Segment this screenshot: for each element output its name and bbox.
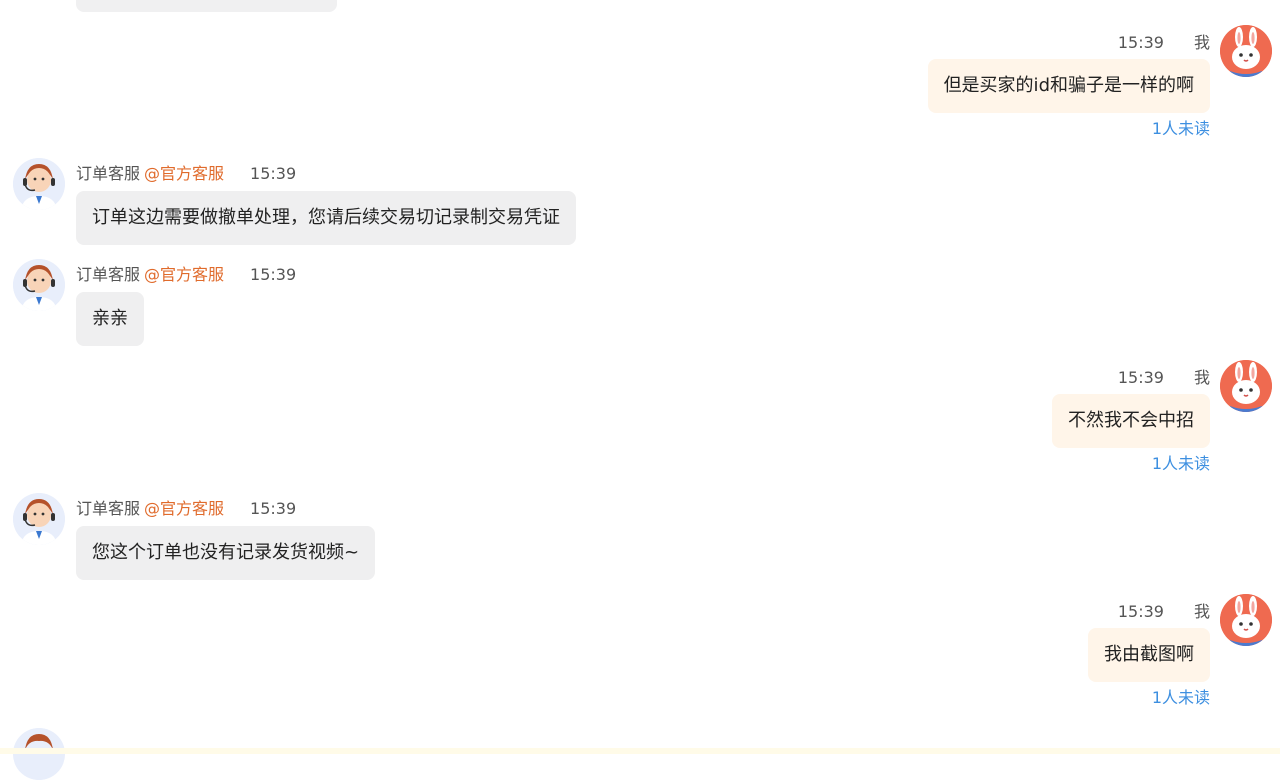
message-time: 15:39 — [1117, 602, 1164, 621]
message-meta: 15:39 我 — [1118, 602, 1210, 622]
message-meta: 订单客服 @官方客服 15:39 — [76, 164, 296, 184]
message-bubble[interactable]: 我由截图啊 — [1088, 628, 1210, 682]
message-incoming: 订单客服 @官方客服 15:39 您这个订单也没有记录发货视频~ — [13, 493, 713, 583]
official-tag[interactable]: @官方客服 — [144, 265, 224, 284]
message-outgoing: 15:39 我 我由截图啊 1人未读 — [760, 594, 1280, 709]
sender-name: 我 — [1193, 602, 1210, 621]
message-time: 15:39 — [1117, 33, 1164, 52]
sender-name: 订单客服 — [76, 265, 141, 284]
message-meta: 15:39 我 — [1118, 368, 1210, 388]
agent-avatar-icon[interactable] — [13, 259, 65, 311]
official-tag[interactable]: @官方客服 — [144, 499, 224, 518]
message-bubble[interactable]: 亲亲 — [76, 292, 144, 346]
message-meta: 订单客服 @官方客服 15:39 — [76, 499, 296, 519]
message-incoming: 订单客服 @官方客服 15:39 亲亲 — [13, 259, 713, 349]
message-incoming: 订单客服 @官方客服 15:39 订单这边需要做撤单处理，您请后续交易切记录制交易凭… — [13, 158, 713, 248]
sender-name: 订单客服 — [76, 499, 141, 518]
message-bubble[interactable]: 但是买家的id和骗子是一样的啊 — [927, 59, 1210, 113]
sender-name: 订单客服 — [76, 164, 141, 183]
user-avatar-icon[interactable] — [1220, 25, 1272, 77]
user-avatar-icon[interactable] — [1220, 594, 1272, 646]
input-area-edge — [0, 748, 1280, 754]
message-bubble[interactable]: 您这个订单也没有记录发货视频~ — [76, 526, 376, 580]
message-time: 15:39 — [250, 164, 297, 183]
previous-message-bubble — [76, 0, 337, 12]
message-bubble[interactable]: 订单这边需要做撤单处理，您请后续交易切记录制交易凭证 — [76, 191, 576, 245]
chat-history[interactable]: 15:39 我 但是买家的id和骗子是一样的啊 1人未读 订单客服 @官方客服 … — [0, 0, 1280, 780]
agent-avatar-icon[interactable] — [13, 493, 65, 545]
message-time: 15:39 — [1117, 368, 1164, 387]
message-meta: 15:39 我 — [1118, 33, 1210, 53]
message-outgoing: 15:39 我 但是买家的id和骗子是一样的啊 1人未读 — [760, 25, 1280, 140]
agent-avatar-icon[interactable] — [13, 158, 65, 210]
sender-name: 我 — [1193, 33, 1210, 52]
read-status[interactable]: 1人未读 — [1152, 688, 1210, 708]
read-status[interactable]: 1人未读 — [1152, 119, 1210, 139]
agent-avatar-icon — [13, 728, 65, 780]
message-meta: 订单客服 @官方客服 15:39 — [76, 265, 296, 285]
user-avatar-icon[interactable] — [1220, 360, 1272, 412]
sender-name: 我 — [1193, 368, 1210, 387]
read-status[interactable]: 1人未读 — [1152, 454, 1210, 474]
message-bubble[interactable]: 不然我不会中招 — [1052, 394, 1210, 448]
message-outgoing: 15:39 我 不然我不会中招 1人未读 — [760, 360, 1280, 475]
message-time: 15:39 — [250, 499, 297, 518]
official-tag[interactable]: @官方客服 — [144, 164, 224, 183]
message-time: 15:39 — [250, 265, 297, 284]
